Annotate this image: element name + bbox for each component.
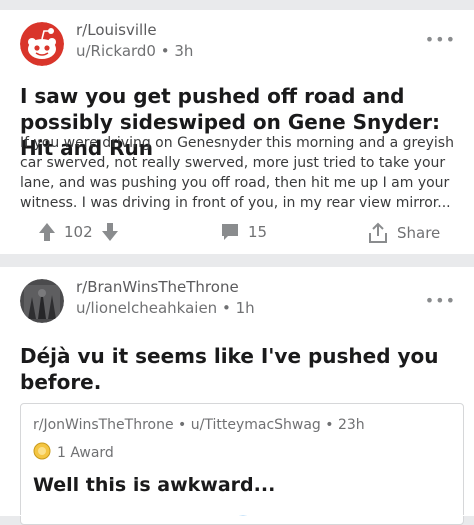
more-options-icon[interactable]: ••• bbox=[425, 30, 456, 49]
downvote-icon[interactable] bbox=[101, 222, 119, 242]
post-actions: 102 15 Share bbox=[0, 220, 474, 248]
bottom-nav-bar bbox=[0, 508, 474, 516]
post-age: 1h bbox=[235, 299, 255, 317]
crosspost-title[interactable]: Well this is awkward... bbox=[33, 474, 275, 496]
snoo-avatar-icon[interactable] bbox=[20, 22, 64, 66]
post-age: 3h bbox=[174, 42, 194, 60]
award-label: 1 Award bbox=[57, 445, 114, 461]
user-avatar-icon[interactable] bbox=[20, 279, 64, 323]
comments-button[interactable]: 15 bbox=[220, 222, 267, 242]
crosspost-card[interactable]: r/JonWinsTheThrone • u/TitteymacShwag • … bbox=[20, 403, 464, 525]
crosspost-meta: r/JonWinsTheThrone • u/TitteymacShwag • … bbox=[33, 417, 365, 433]
comment-icon bbox=[220, 222, 240, 242]
upvote-icon[interactable] bbox=[38, 222, 56, 242]
vote-count: 102 bbox=[64, 223, 93, 241]
award-icon bbox=[33, 442, 51, 464]
author-name[interactable]: u/lionelcheahkaien bbox=[76, 299, 217, 317]
author-name[interactable]: u/Rickard0 bbox=[76, 42, 156, 60]
share-button[interactable]: Share bbox=[367, 222, 440, 244]
post-meta: u/lionelcheahkaien • 1h bbox=[76, 299, 255, 317]
more-options-icon[interactable]: ••• bbox=[425, 291, 456, 310]
share-label: Share bbox=[397, 224, 441, 242]
subreddit-name[interactable]: r/BranWinsTheThrone bbox=[76, 278, 239, 296]
share-icon bbox=[367, 222, 389, 244]
post-body[interactable]: If you were driving on Genesnyder this m… bbox=[20, 133, 465, 213]
post-title[interactable]: Déjà vu it seems like I've pushed you be… bbox=[20, 343, 465, 395]
post-card[interactable]: r/BranWinsTheThrone u/lionelcheahkaien •… bbox=[0, 267, 474, 525]
post-meta: u/Rickard0 • 3h bbox=[76, 42, 193, 60]
separator-dot: • bbox=[160, 42, 175, 60]
separator-dot: • bbox=[221, 299, 236, 317]
comment-count: 15 bbox=[248, 223, 268, 241]
award-badge: 1 Award bbox=[33, 442, 114, 464]
post-card[interactable]: r/Louisville u/Rickard0 • 3h ••• I saw y… bbox=[0, 10, 474, 254]
vote-group: 102 bbox=[38, 222, 119, 242]
subreddit-name[interactable]: r/Louisville bbox=[76, 21, 157, 39]
